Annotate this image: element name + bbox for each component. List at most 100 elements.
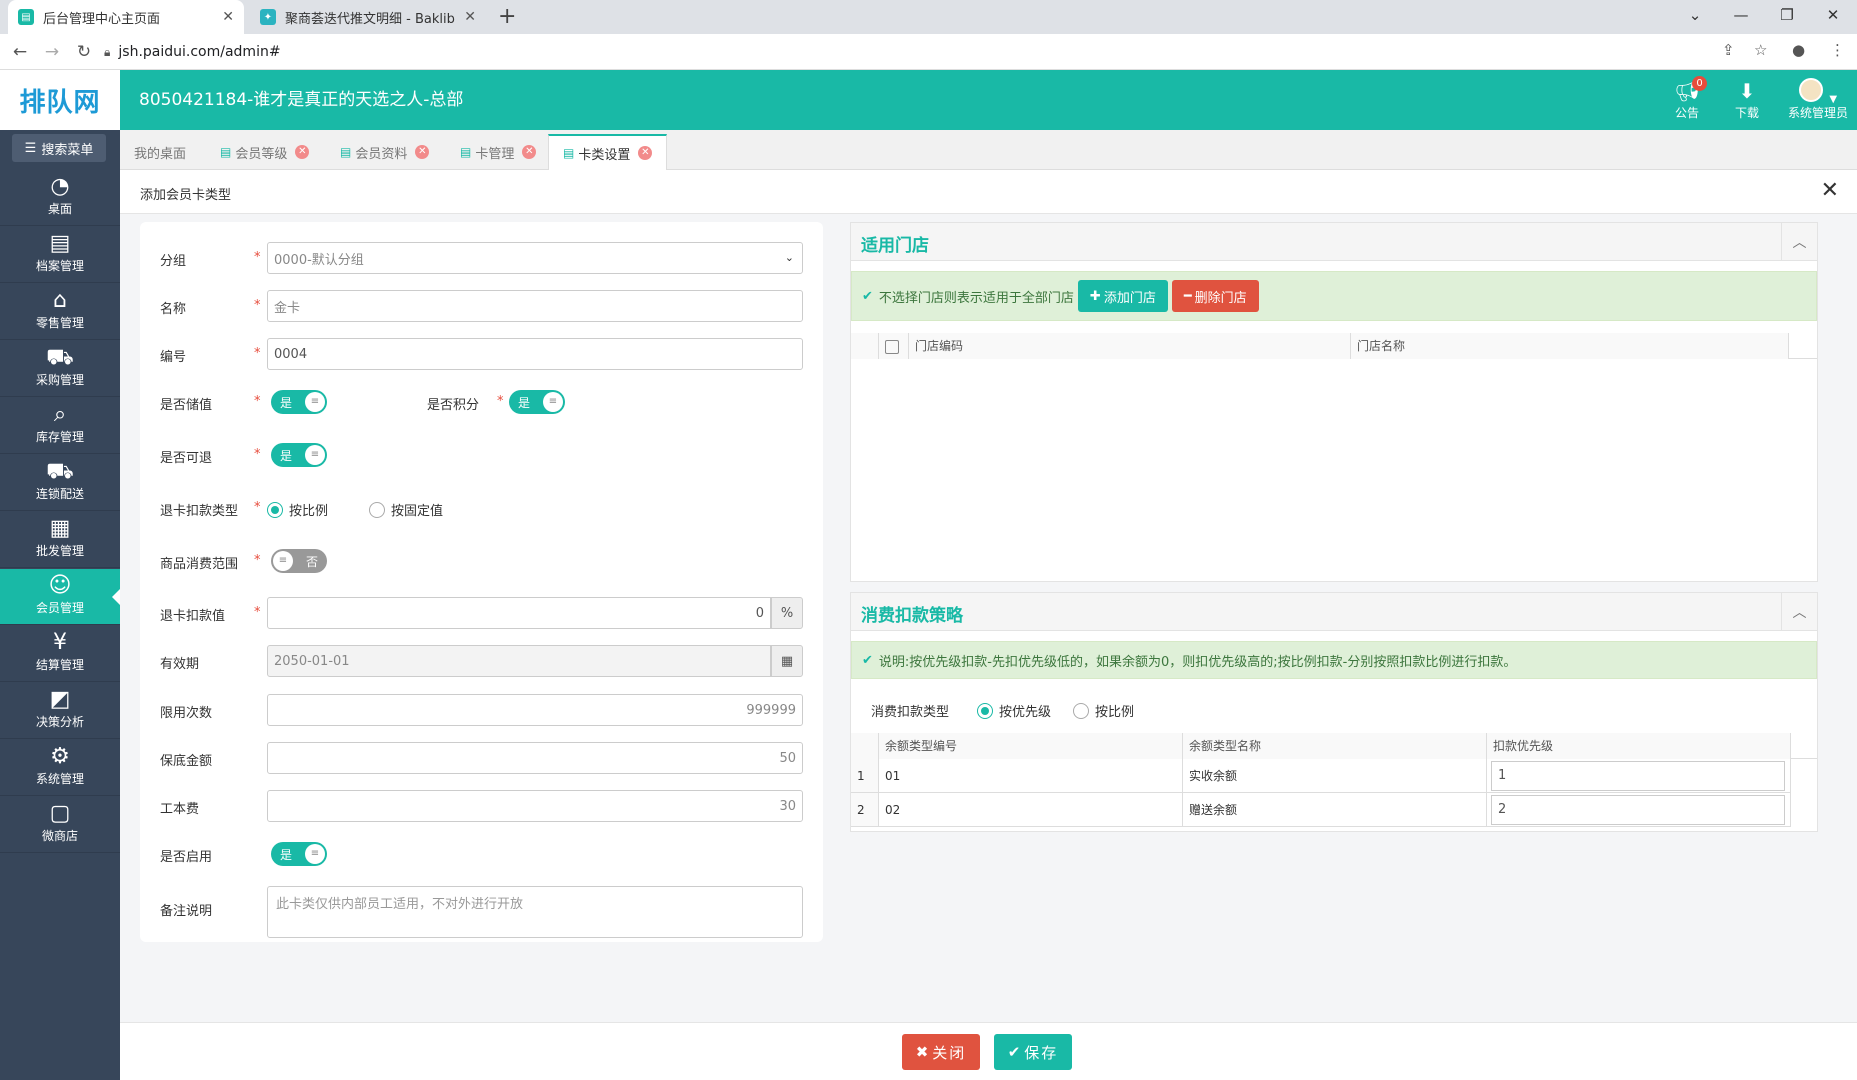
close-tab-icon[interactable]: ✕ bbox=[464, 9, 476, 25]
points-toggle[interactable]: 是 ≡ bbox=[509, 390, 565, 414]
archive-icon: ▤ bbox=[49, 231, 71, 256]
sidebar-item-delivery[interactable]: ⛟ 连锁配送 bbox=[0, 455, 120, 511]
deduct-by-priority-radio[interactable]: 按优先级 bbox=[977, 701, 1051, 720]
minimize-icon[interactable]: — bbox=[1718, 0, 1764, 30]
settings-icon: ⚙ bbox=[50, 744, 70, 769]
profile-icon[interactable]: ● bbox=[1792, 41, 1805, 59]
card-fee-label: 工本费 bbox=[160, 802, 200, 817]
calendar-icon[interactable]: ▦ bbox=[771, 645, 803, 677]
tab-card-management[interactable]: ▤ 卡管理 ✕ bbox=[446, 134, 550, 170]
stores-notice-text: 不选择门店则表示适用于全部门店 bbox=[878, 290, 1074, 306]
scope-toggle[interactable]: ≡ 否 bbox=[271, 549, 327, 573]
sidebar-item-archive[interactable]: ▤ 档案管理 bbox=[0, 227, 120, 283]
column-store-name[interactable]: 门店名称 bbox=[1351, 333, 1789, 359]
close-tab-icon[interactable]: ✕ bbox=[638, 146, 653, 160]
collapse-up-icon[interactable]: ︿ bbox=[1781, 223, 1817, 261]
save-button[interactable]: ✔ 保存 bbox=[994, 1034, 1072, 1070]
group-label: 分组 bbox=[160, 254, 187, 269]
close-tab-icon[interactable]: ✕ bbox=[522, 145, 537, 159]
reload-icon[interactable]: ↻ bbox=[72, 40, 96, 64]
new-tab-button[interactable]: + bbox=[498, 4, 516, 29]
logo[interactable]: 排队网 bbox=[0, 70, 120, 130]
dialog-close-icon[interactable]: ✕ bbox=[1821, 178, 1839, 203]
tab-search-icon[interactable]: ⌄ bbox=[1672, 0, 1718, 30]
column-store-code[interactable]: 门店编码 bbox=[909, 333, 1351, 359]
remark-textarea[interactable]: 此卡类仅供内部员工适用，不对外进行开放 bbox=[267, 886, 803, 938]
forward-icon[interactable]: → bbox=[40, 40, 64, 64]
browser-tab-admin[interactable]: ▤ 后台管理中心主页面 ✕ bbox=[8, 0, 244, 34]
notice-button[interactable]: 📢︎ 0 公告 bbox=[1662, 76, 1712, 121]
tab-member-profile[interactable]: ▤ 会员资料 ✕ bbox=[326, 134, 443, 170]
user-menu[interactable]: ▼ 系统管理员 bbox=[1786, 78, 1850, 121]
share-icon[interactable]: ⇪ bbox=[1722, 41, 1735, 59]
tab-card-type-settings[interactable]: ▤ 卡类设置 ✕ bbox=[548, 134, 668, 170]
required-mark: * bbox=[254, 447, 261, 462]
usage-limit-row: 限用次数 999999 bbox=[140, 694, 823, 726]
column-priority[interactable]: 扣款优先级 bbox=[1487, 733, 1791, 759]
card-fee-field[interactable]: 30 bbox=[267, 790, 803, 822]
sidebar-item-purchase[interactable]: ⛟ 采购管理 bbox=[0, 341, 120, 397]
toggle-knob: ≡ bbox=[305, 445, 325, 465]
column-balance-name[interactable]: 余额类型名称 bbox=[1183, 733, 1487, 759]
browser-tab-baklib[interactable]: ✦ 聚商荟迭代推文明细 - Baklib ✕ bbox=[250, 0, 486, 34]
name-field[interactable]: 金卡 bbox=[267, 290, 803, 322]
sidebar-item-microshop[interactable]: ▢ 微商店 bbox=[0, 797, 120, 853]
tab-desktop[interactable]: 我的桌面 bbox=[120, 134, 200, 170]
sidebar-item-wholesale[interactable]: ▦ 批发管理 bbox=[0, 512, 120, 568]
delete-store-button[interactable]: ━ 删除门店 bbox=[1171, 280, 1259, 312]
restore-icon[interactable]: ❐ bbox=[1764, 0, 1810, 30]
expiry-field[interactable]: 2050-01-01 bbox=[267, 645, 771, 677]
deduct-by-ratio-radio[interactable]: 按比例 bbox=[1073, 701, 1134, 720]
analysis-icon: ◩ bbox=[49, 687, 71, 712]
check-icon: ✔ bbox=[862, 288, 873, 304]
priority-input[interactable]: 1 bbox=[1491, 761, 1785, 791]
min-amount-field[interactable]: 50 bbox=[267, 742, 803, 774]
stored-value-row: 是否储值 * 是 ≡ 是否积分 * 是 ≡ bbox=[140, 386, 823, 418]
refund-type-ratio-radio[interactable]: 按比例 bbox=[267, 500, 328, 519]
refund-value-field[interactable]: 0 bbox=[267, 597, 771, 629]
refundable-toggle[interactable]: 是 ≡ bbox=[271, 443, 327, 467]
enabled-toggle[interactable]: 是 ≡ bbox=[271, 842, 327, 866]
chevron-down-icon: ⌄ bbox=[784, 251, 794, 264]
name-label: 名称 bbox=[160, 302, 187, 317]
stored-value-toggle[interactable]: 是 ≡ bbox=[271, 390, 327, 414]
browser-tab-bar: ▤ 后台管理中心主页面 ✕ ✦ 聚商荟迭代推文明细 - Baklib ✕ + ⌄… bbox=[0, 0, 1857, 34]
close-tab-icon[interactable]: ✕ bbox=[295, 145, 310, 159]
sidebar-item-member[interactable]: ☺ 会员管理 bbox=[0, 569, 120, 625]
back-icon[interactable]: ← bbox=[8, 40, 32, 64]
refund-type-fixed-radio[interactable]: 按固定值 bbox=[369, 500, 443, 519]
close-button[interactable]: ✖ 关闭 bbox=[902, 1034, 980, 1070]
download-label: 下载 bbox=[1734, 106, 1759, 120]
tab-member-level[interactable]: ▤ 会员等级 ✕ bbox=[206, 134, 323, 170]
group-select[interactable]: 0000-默认分组 ⌄ bbox=[267, 242, 803, 274]
url-field[interactable]: 🔒︎ jsh.paidui.com/admin# bbox=[104, 39, 1754, 65]
balance-code-cell: 01 bbox=[879, 759, 1183, 793]
toggle-knob: ≡ bbox=[305, 844, 325, 864]
priority-input[interactable]: 2 bbox=[1491, 795, 1785, 825]
select-all-checkbox[interactable] bbox=[879, 333, 909, 359]
expiry-label: 有效期 bbox=[160, 657, 200, 672]
sidebar-item-inventory[interactable]: ⌕ 库存管理 bbox=[0, 398, 120, 454]
table-row: 2 02 赠送余额 2 bbox=[851, 793, 1817, 827]
browser-menu-icon[interactable]: ⋮ bbox=[1830, 41, 1845, 59]
collapse-up-icon[interactable]: ︿ bbox=[1781, 593, 1817, 631]
column-balance-code[interactable]: 余额类型编号 bbox=[879, 733, 1183, 759]
usage-limit-field[interactable]: 999999 bbox=[267, 694, 803, 726]
search-menu-button[interactable]: ☰ 搜索菜单 bbox=[12, 134, 106, 162]
add-store-button[interactable]: ✚ 添加门店 bbox=[1077, 280, 1168, 312]
sidebar-item-retail[interactable]: ⌂ 零售管理 bbox=[0, 284, 120, 340]
sidebar-item-label: 批发管理 bbox=[35, 544, 84, 558]
download-button[interactable]: ⬇ 下载 bbox=[1722, 78, 1772, 121]
toggle-knob: ≡ bbox=[273, 551, 293, 571]
code-field[interactable]: 0004 bbox=[267, 338, 803, 370]
close-tab-icon[interactable]: ✕ bbox=[415, 145, 430, 159]
window-close-icon[interactable]: ✕ bbox=[1810, 0, 1856, 30]
sidebar-item-system[interactable]: ⚙ 系统管理 bbox=[0, 740, 120, 796]
sidebar-item-settlement[interactable]: ¥ 结算管理 bbox=[0, 626, 120, 682]
settlement-icon: ¥ bbox=[53, 630, 67, 655]
card-type-form: 分组 * 0000-默认分组 ⌄ 名称 * 金卡 编号 * 0004 是否储值 … bbox=[140, 222, 823, 942]
close-tab-icon[interactable]: ✕ bbox=[222, 9, 234, 25]
sidebar-item-desktop[interactable]: ◔ 桌面 bbox=[0, 170, 120, 226]
bookmark-star-icon[interactable]: ☆ bbox=[1754, 41, 1767, 59]
sidebar-item-analysis[interactable]: ◩ 决策分析 bbox=[0, 683, 120, 739]
